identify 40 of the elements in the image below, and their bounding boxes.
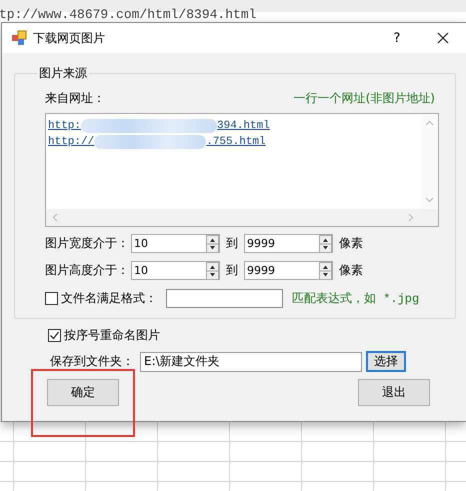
spin-arrows-icon [319, 262, 332, 280]
address-text: tp://www.48679.com/html/8394.html [0, 8, 256, 22]
dialog-button[interactable]: 退出 [358, 379, 430, 406]
spin-arrows-icon [319, 234, 332, 252]
url-list-box[interactable]: http: 394.html http:// .755.html [45, 113, 439, 227]
number-spinner[interactable]: 10 [131, 261, 220, 280]
range-label: 图片宽度介于： [45, 235, 130, 252]
checkbox-label: 文件名满足格式： [61, 290, 158, 307]
url-end-link[interactable]: .755.html [206, 136, 266, 148]
window-title: 下载网页图片 [33, 30, 105, 46]
number-spinner[interactable]: 10 [131, 234, 220, 253]
app-icon [11, 30, 27, 46]
close-icon [437, 32, 449, 44]
group-title: 图片来源 [38, 65, 88, 82]
number-spinner[interactable]: 9999 [244, 261, 333, 280]
folder-label: 保存到文件夹： [50, 353, 135, 370]
pattern-field[interactable] [166, 289, 283, 308]
unit-label: 像素 [339, 235, 363, 252]
to-label: 到 [226, 262, 238, 279]
pattern-hint: 匹配表达式，如 *.jpg [292, 291, 420, 307]
help-button[interactable]: ? [374, 23, 420, 53]
browse-button[interactable]: 选择 [366, 351, 406, 372]
horizontal-scrollbar[interactable] [46, 209, 438, 226]
checkbox[interactable] [45, 292, 58, 305]
unit-label: 像素 [339, 262, 363, 279]
url-start-link[interactable]: http: [48, 120, 82, 132]
number-spinner[interactable]: 9999 [244, 234, 333, 253]
dialog-button[interactable]: 确定 [47, 379, 119, 406]
checkbox[interactable] [48, 329, 61, 342]
folder-field[interactable]: E:\新建文件夹 [140, 352, 362, 372]
spin-arrows-icon [206, 262, 219, 280]
url-end-link[interactable]: 394.html [217, 120, 270, 132]
url-start-link[interactable]: http:// [48, 136, 94, 148]
to-label: 到 [226, 235, 238, 252]
vertical-scrollbar[interactable] [421, 114, 438, 209]
url-hint: 一行一个网址(非图片地址) [294, 90, 435, 107]
url-label: 来自网址： [45, 90, 105, 107]
range-label: 图片高度介于： [45, 262, 130, 279]
checkbox-label: 按序号重命名图片 [64, 327, 160, 344]
spin-arrows-icon [206, 234, 219, 252]
